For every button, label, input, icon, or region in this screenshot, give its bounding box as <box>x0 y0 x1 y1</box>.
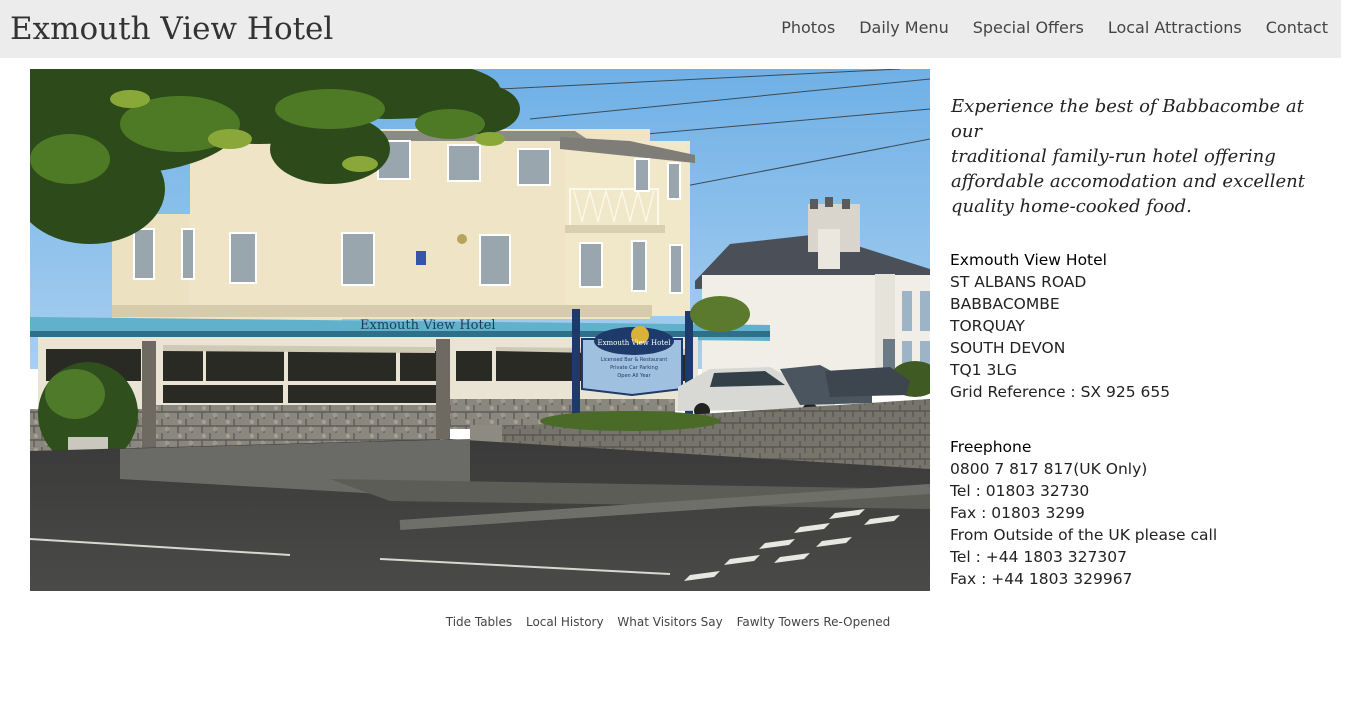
sign-board-line-bar: Licensed Bar & Restaurant <box>601 357 668 363</box>
sign-board-line-parking: Private Car Parking <box>610 365 658 371</box>
telephone-number: Tel : 01803 32730 <box>950 482 1090 500</box>
nav-link-daily-menu[interactable]: Daily Menu <box>859 17 949 39</box>
address-line: BABBACOMBE <box>950 295 1060 313</box>
sign-board-line-open: Open All Year <box>617 373 651 379</box>
international-note: From Outside of the UK please call <box>950 526 1218 544</box>
tagline-line: Experience the best of Babbacombe at our <box>951 96 1304 142</box>
tagline-line: affordable accomodation and excellent <box>951 171 1305 192</box>
hotel-info-panel: Experience the best of Babbacombe at our… <box>950 94 1335 590</box>
hotel-exterior-photo: Exmouth View Hotel Exmouth View Hotel Li… <box>30 69 930 591</box>
address-line: ST ALBANS ROAD <box>950 273 1087 291</box>
address-line: SOUTH DEVON <box>950 339 1066 357</box>
tagline-line: traditional family-run hotel offering <box>951 146 1276 167</box>
address-line: TORQUAY <box>950 317 1025 335</box>
site-title-link[interactable]: Exmouth View Hotel <box>10 9 333 49</box>
tagline: Experience the best of Babbacombe at our… <box>951 94 1335 219</box>
tagline-line: quality home-cooked food. <box>951 196 1192 217</box>
sign-board-title: Exmouth View Hotel <box>597 339 671 347</box>
footer-links: Tide Tables Local History What Visitors … <box>0 613 1336 631</box>
footer-link-fawlty-towers[interactable]: Fawlty Towers Re-Opened <box>737 615 891 629</box>
top-navbar: Exmouth View Hotel Photos Daily Menu Spe… <box>0 0 1341 58</box>
grid-reference: Grid Reference : SX 925 655 <box>950 383 1171 401</box>
fax-number: Fax : 01803 3299 <box>950 504 1085 522</box>
hotel-fascia-sign: Exmouth View Hotel <box>360 318 496 333</box>
footer-link-local-history[interactable]: Local History <box>526 615 604 629</box>
address-heading: Exmouth View Hotel <box>950 251 1107 269</box>
main-nav: Photos Daily Menu Special Offers Local A… <box>781 17 1328 39</box>
nav-link-photos[interactable]: Photos <box>781 17 835 39</box>
freephone-heading: Freephone <box>950 438 1032 456</box>
contact-block: Freephone 0800 7 817 817(UK Only) Tel : … <box>950 436 1335 590</box>
footer-link-tide-tables[interactable]: Tide Tables <box>446 615 512 629</box>
international-telephone: Tel : +44 1803 327307 <box>950 548 1127 566</box>
nav-link-special-offers[interactable]: Special Offers <box>973 17 1084 39</box>
footer-link-what-visitors-say[interactable]: What Visitors Say <box>617 615 722 629</box>
international-fax: Fax : +44 1803 329967 <box>950 570 1133 588</box>
address-line: TQ1 3LG <box>950 361 1017 379</box>
freephone-number: 0800 7 817 817(UK Only) <box>950 460 1148 478</box>
nav-link-local-attractions[interactable]: Local Attractions <box>1108 17 1242 39</box>
nav-link-contact[interactable]: Contact <box>1266 17 1328 39</box>
address-block: Exmouth View Hotel ST ALBANS ROAD BABBAC… <box>950 249 1335 403</box>
